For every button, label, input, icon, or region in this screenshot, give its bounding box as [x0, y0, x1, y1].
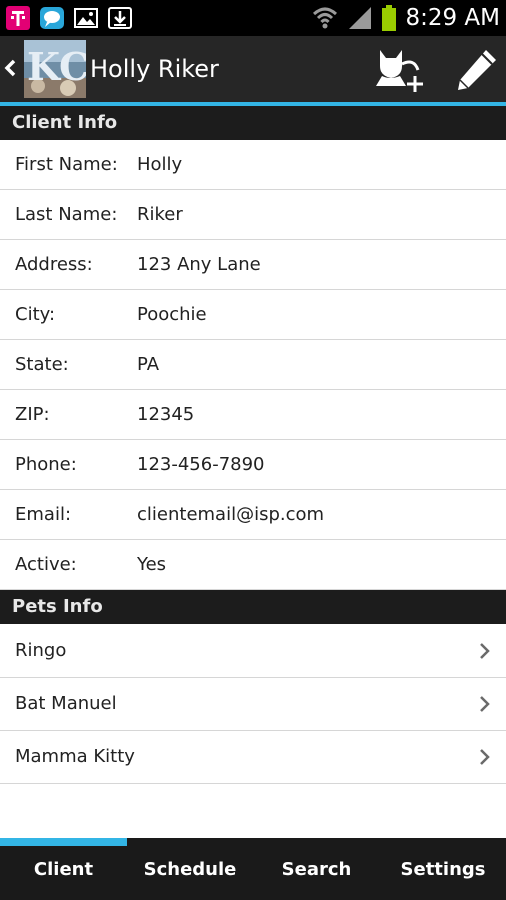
field-value: Poochie	[137, 304, 207, 325]
pet-list-item[interactable]: Mamma Kitty	[0, 731, 506, 784]
pets-info-header: Pets Info	[0, 590, 506, 624]
field-label: Last Name:	[15, 204, 118, 225]
tab-settings[interactable]: Settings	[380, 846, 506, 900]
field-value: 12345	[137, 404, 195, 425]
field-value: Holly	[137, 154, 183, 175]
signal-icon	[349, 7, 372, 29]
field-label: City:	[15, 304, 56, 325]
field-label: Address:	[15, 254, 93, 275]
action-bar: KC Holly Riker	[0, 36, 506, 102]
field-address: Address: 123 Any Lane	[0, 240, 506, 290]
back-icon[interactable]	[2, 54, 18, 82]
pet-list-item[interactable]: Bat Manuel	[0, 678, 506, 731]
field-value: clientemail@isp.com	[137, 504, 325, 525]
field-label: State:	[15, 354, 69, 375]
pets-info-header-label: Pets Info	[12, 596, 103, 617]
field-value: Yes	[137, 554, 167, 575]
client-info-header: Client Info	[0, 106, 506, 140]
pet-name: Ringo	[15, 640, 67, 661]
add-pet-icon[interactable]	[374, 46, 426, 94]
chevron-right-icon	[480, 749, 490, 765]
clock: 8:29 AM	[405, 5, 500, 31]
field-city: City: Poochie	[0, 290, 506, 340]
edit-icon[interactable]	[452, 44, 502, 96]
field-value: PA	[137, 354, 160, 375]
system-status: 8:29 AM	[311, 0, 500, 36]
download-icon	[108, 7, 132, 29]
pet-list-item[interactable]: Ringo	[0, 625, 506, 678]
field-zip: ZIP: 12345	[0, 390, 506, 440]
field-active: Active: Yes	[0, 540, 506, 590]
field-last-name: Last Name: Riker	[0, 190, 506, 240]
field-value: 123-456-7890	[137, 454, 265, 475]
tab-search[interactable]: Search	[253, 846, 380, 900]
selected-tab-indicator	[0, 838, 127, 846]
wifi-icon	[313, 7, 338, 29]
tab-schedule[interactable]: Schedule	[127, 846, 253, 900]
field-phone: Phone: 123-456-7890	[0, 440, 506, 490]
field-state: State: PA	[0, 340, 506, 390]
chat-icon	[40, 7, 64, 29]
field-label: Email:	[15, 504, 72, 525]
field-first-name: First Name: Holly	[0, 140, 506, 190]
pet-name: Mamma Kitty	[15, 746, 135, 767]
field-label: Phone:	[15, 454, 77, 475]
field-email: Email: clientemail@isp.com	[0, 490, 506, 540]
field-label: Active:	[15, 554, 77, 575]
field-label: First Name:	[15, 154, 118, 175]
client-info-header-label: Client Info	[12, 112, 118, 133]
svg-text:KC: KC	[27, 44, 86, 89]
field-value: 123 Any Lane	[137, 254, 261, 275]
pet-name: Bat Manuel	[15, 693, 117, 714]
field-value: Riker	[137, 204, 183, 225]
tmobile-icon	[6, 6, 30, 30]
client-name-title: Holly Riker	[90, 55, 219, 83]
status-bar: 8:29 AM	[0, 0, 506, 36]
field-label: ZIP:	[15, 404, 50, 425]
notification-icons	[4, 4, 134, 32]
app-logo[interactable]: KC	[24, 40, 86, 98]
tab-client[interactable]: Client	[0, 846, 127, 900]
battery-icon	[382, 5, 397, 31]
chevron-right-icon	[480, 696, 490, 712]
gallery-icon	[74, 8, 98, 28]
chevron-right-icon	[480, 643, 490, 659]
